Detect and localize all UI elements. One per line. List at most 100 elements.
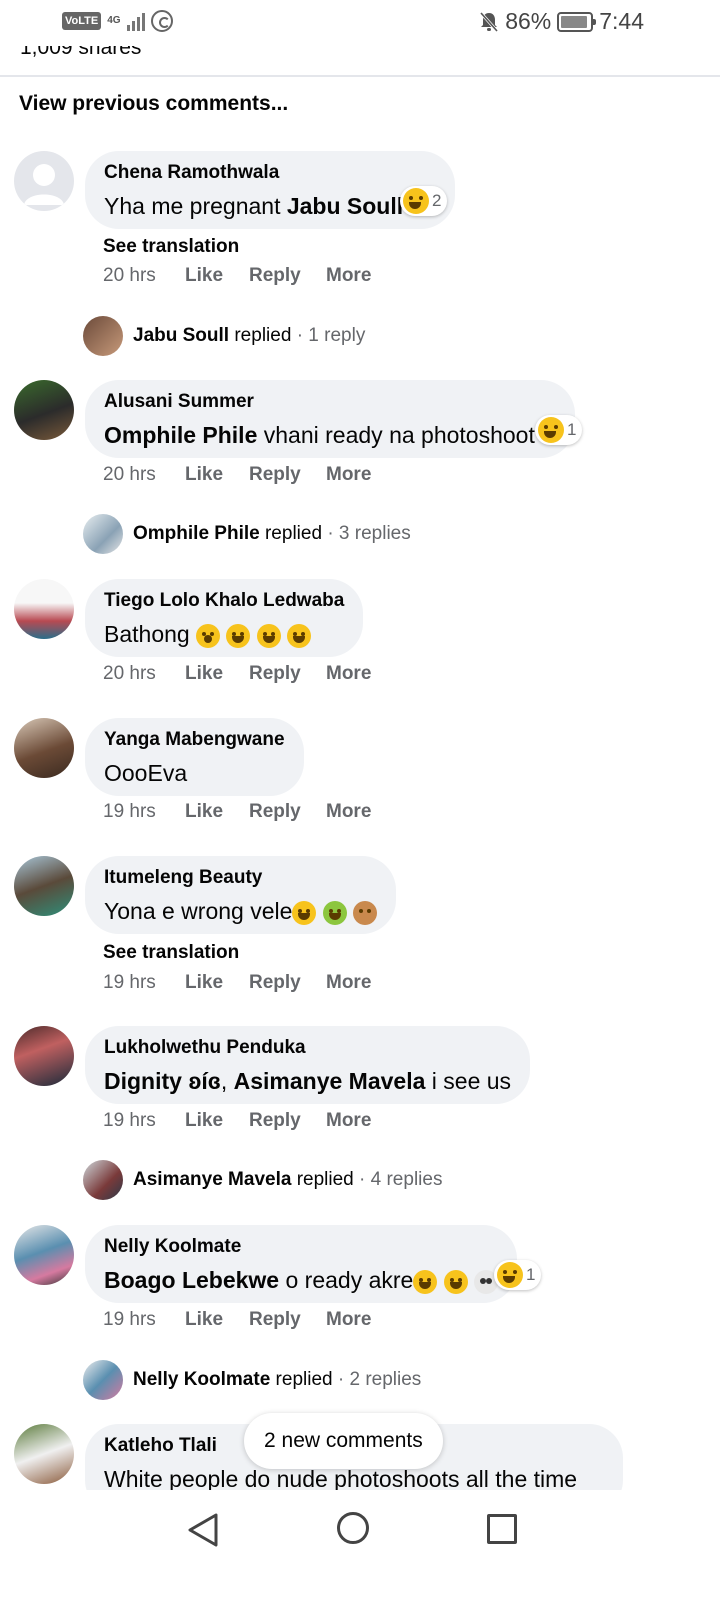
reaction-badge[interactable]: 1 — [494, 1260, 542, 1290]
mute-bell-icon — [479, 11, 499, 33]
reply-button[interactable]: Reply — [249, 464, 326, 486]
more-button[interactable]: More — [326, 663, 371, 685]
comment-text: Bathong — [104, 617, 344, 651]
mention-link[interactable]: Omphile Phile — [104, 422, 257, 448]
avatar[interactable] — [14, 579, 74, 639]
clock: 7:44 — [599, 8, 644, 34]
comment-author[interactable]: Itumeleng Beauty — [104, 866, 377, 890]
avatar[interactable] — [14, 718, 74, 778]
comment-text: Dignity ʚíɞ, Asimanye Mavela i see us — [104, 1064, 511, 1098]
battery-icon — [557, 11, 597, 32]
comment-time[interactable]: 20 hrs — [103, 663, 185, 685]
mention-link[interactable]: Boago Lebekwe — [104, 1267, 279, 1293]
network-type: 4G — [107, 15, 121, 26]
more-button[interactable]: More — [326, 801, 371, 823]
see-translation-link[interactable]: See translation — [103, 236, 239, 258]
reply-count: · 4 replies — [359, 1169, 443, 1190]
view-previous-comments-link[interactable]: View previous comments... — [19, 92, 288, 116]
like-button[interactable]: Like — [185, 801, 249, 823]
comment-author[interactable]: Lukholwethu Penduka — [104, 1036, 511, 1060]
signal-icon — [126, 11, 145, 31]
more-button[interactable]: More — [326, 265, 371, 287]
mention-link[interactable]: Asimanye Mavela — [234, 1068, 426, 1094]
rofl-emoji-icon — [292, 900, 317, 925]
comment-time[interactable]: 19 hrs — [103, 1309, 185, 1331]
back-icon[interactable] — [186, 1512, 220, 1553]
reaction-badge[interactable]: 1 — [535, 415, 583, 445]
avatar[interactable] — [14, 1424, 74, 1484]
like-button[interactable]: Like — [185, 1110, 249, 1132]
replies-link[interactable]: Nelly Koolmate replied · 2 replies — [83, 1360, 421, 1400]
more-button[interactable]: More — [326, 972, 371, 994]
reply-count: · 1 reply — [296, 325, 366, 346]
like-button[interactable]: Like — [185, 464, 249, 486]
comment-author[interactable]: Nelly Koolmate — [104, 1235, 498, 1259]
system-navigation-bar — [0, 1490, 720, 1600]
status-left: VoLTE 4G — [62, 10, 173, 32]
more-button[interactable]: More — [326, 1309, 371, 1331]
comment-actions: 20 hrs Like Reply More — [103, 663, 371, 685]
see-translation-link[interactable]: See translation — [103, 942, 239, 964]
like-button[interactable]: Like — [185, 663, 249, 685]
comment-actions: 20 hrs Like Reply More — [103, 464, 371, 486]
reply-author: Asimanye Mavela — [133, 1169, 292, 1190]
more-button[interactable]: More — [326, 1110, 371, 1132]
reply-button[interactable]: Reply — [249, 972, 326, 994]
comment-actions: 20 hrs Like Reply More — [103, 265, 371, 287]
divider — [0, 75, 720, 77]
replies-link[interactable]: Omphile Phile replied · 3 replies — [83, 514, 411, 554]
reply-button[interactable]: Reply — [249, 801, 326, 823]
reply-button[interactable]: Reply — [249, 663, 326, 685]
home-icon[interactable] — [337, 1512, 369, 1544]
comment-author[interactable]: Alusani Summer — [104, 390, 535, 414]
joy-emoji-icon — [226, 623, 251, 648]
like-button[interactable]: Like — [185, 265, 249, 287]
like-button[interactable]: Like — [185, 1309, 249, 1331]
avatar[interactable] — [14, 1225, 74, 1285]
reply-button[interactable]: Reply — [249, 265, 326, 287]
new-comments-button[interactable]: 2 new comments — [244, 1413, 443, 1469]
mention-link[interactable]: Dignity ʚíɞ — [104, 1068, 221, 1094]
like-button[interactable]: Like — [185, 972, 249, 994]
comment-text: Boago Lebekwe o ready akre — [104, 1263, 499, 1297]
comment-time[interactable]: 19 hrs — [103, 972, 185, 994]
replies-link[interactable]: Jabu Soull replied · 1 reply — [83, 316, 365, 356]
comment-bubble[interactable]: Lukholwethu Penduka Dignity ʚíɞ, Asimany… — [85, 1026, 531, 1104]
reaction-badge[interactable]: 2 — [400, 186, 448, 216]
comment-text: Yha me pregnant Jabu Soull — [104, 189, 403, 223]
reply-author: Omphile Phile — [133, 523, 260, 544]
comment-author[interactable]: Chena Ramothwala — [104, 161, 403, 185]
comment-author[interactable]: Tiego Lolo Khalo Ledwaba — [104, 589, 344, 613]
avatar — [83, 1160, 123, 1200]
reply-count: · 2 replies — [337, 1369, 422, 1390]
avatar-placeholder[interactable] — [14, 151, 74, 211]
volte-icon: VoLTE — [62, 12, 102, 30]
avatar[interactable] — [14, 856, 74, 916]
mention-link[interactable]: Jabu Soull — [287, 193, 403, 219]
avatar[interactable] — [14, 380, 74, 440]
reply-verb: replied — [234, 325, 292, 346]
comment-bubble[interactable]: Alusani Summer Omphile Phile vhani ready… — [85, 380, 575, 458]
comment-author[interactable]: Yanga Mabengwane — [104, 728, 285, 752]
comment-time[interactable]: 20 hrs — [103, 265, 185, 287]
comment-bubble[interactable]: Chena Ramothwala Yha me pregnant Jabu So… — [85, 151, 456, 229]
comment-text: Omphile Phile vhani ready na photoshoot — [104, 418, 535, 452]
reply-button[interactable]: Reply — [249, 1110, 326, 1132]
comment-time[interactable]: 20 hrs — [103, 464, 185, 486]
comment-bubble[interactable]: Yanga Mabengwane OooEva — [85, 718, 304, 796]
reply-button[interactable]: Reply — [249, 1309, 326, 1331]
avatar[interactable] — [14, 1026, 74, 1086]
comment-bubble[interactable]: Nelly Koolmate Boago Lebekwe o ready akr… — [85, 1225, 518, 1303]
comment-time[interactable]: 19 hrs — [103, 801, 185, 823]
battery-percent: 86% — [505, 8, 552, 34]
replies-link[interactable]: Asimanye Mavela replied · 4 replies — [83, 1160, 442, 1200]
more-button[interactable]: More — [326, 464, 371, 486]
comment-bubble[interactable]: Itumeleng Beauty Yona e wrong vele — [85, 856, 397, 934]
reaction-count: 2 — [432, 191, 442, 210]
comment-time[interactable]: 19 hrs — [103, 1110, 185, 1132]
comment-bubble[interactable]: Tiego Lolo Khalo Ledwaba Bathong — [85, 579, 364, 657]
avatar — [83, 1360, 123, 1400]
comment-text-plain: vhani ready na photoshoot — [257, 422, 535, 448]
haha-reaction-icon — [538, 417, 564, 443]
recent-apps-icon[interactable] — [487, 1514, 517, 1544]
